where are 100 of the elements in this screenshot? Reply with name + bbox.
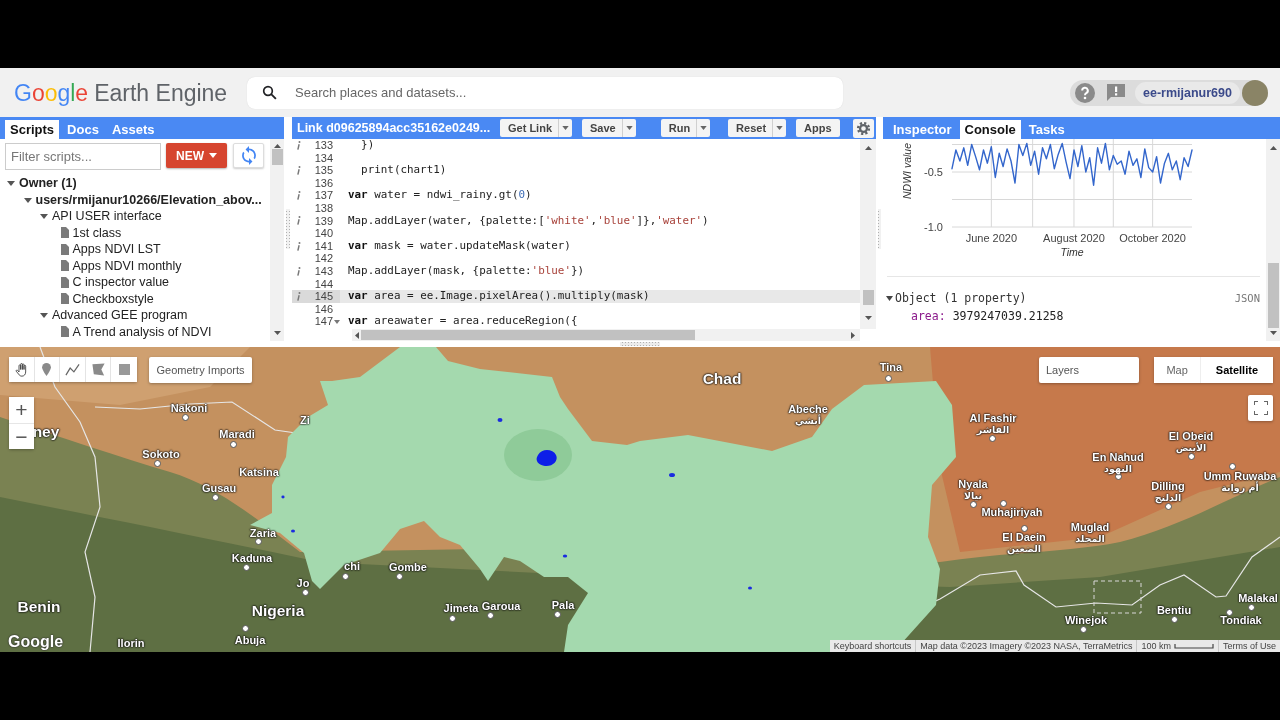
- place-name: Umm Ruwaba: [1203, 470, 1277, 482]
- code-text: print(chart1): [360, 164, 447, 177]
- script-tree-item[interactable]: API USER interface: [52, 209, 162, 224]
- scroll-up-arrow-icon[interactable]: [864, 146, 872, 150]
- filter-field[interactable]: Filter scripts...: [5, 143, 161, 170]
- file-icon: [60, 243, 69, 255]
- local-place-name: أبشي: [794, 415, 822, 427]
- script-tree-item[interactable]: users/rmijanur10266/Elevation_abov...: [35, 192, 262, 207]
- info-icon[interactable]: [296, 140, 301, 150]
- water-patch: [497, 418, 503, 422]
- script-tree-item[interactable]: Owner (1): [19, 176, 77, 191]
- rectangle-tool-button[interactable]: [111, 357, 137, 382]
- scroll-up-arrow-icon[interactable]: [273, 144, 281, 148]
- feedback-icon[interactable]: [1106, 82, 1126, 103]
- place-name: Muhajiriyah: [981, 507, 1043, 519]
- tab[interactable]: Console: [959, 120, 1021, 139]
- toolbar-button[interactable]: Reset: [728, 119, 787, 137]
- scroll-up-arrow-icon[interactable]: [1269, 146, 1277, 150]
- place-name: Nyala: [958, 478, 988, 491]
- caret-icon[interactable]: [776, 126, 784, 130]
- local-place-name: الفاشر: [976, 424, 1010, 436]
- new-button[interactable]: NEW: [166, 143, 227, 168]
- line-number: 136: [313, 176, 333, 190]
- help-icon[interactable]: [1075, 82, 1095, 103]
- json-link[interactable]: JSON: [1234, 292, 1260, 304]
- script-tree-item[interactable]: Advanced GEE program: [52, 308, 188, 323]
- script-tree-item[interactable]: Checkboxstyle: [72, 291, 154, 306]
- scrollbar[interactable]: [860, 139, 876, 329]
- scrollbar-thumb[interactable]: [271, 149, 283, 165]
- scroll-down-arrow-icon[interactable]: [1269, 331, 1277, 335]
- place-name: Jo: [296, 578, 310, 590]
- info-icon[interactable]: [296, 291, 301, 301]
- scroll-down-arrow-icon[interactable]: [273, 331, 281, 335]
- line-tool-button[interactable]: [60, 357, 86, 382]
- script-tree-item[interactable]: 1st class: [72, 225, 122, 240]
- polygon-tool-button[interactable]: [85, 357, 112, 382]
- marker-tool-button[interactable]: [34, 357, 61, 382]
- info-icon[interactable]: [296, 216, 301, 226]
- scrollbar-thumb[interactable]: [1267, 263, 1279, 328]
- search-field[interactable]: Search places and datasets...: [247, 76, 843, 109]
- axis-title: Time: [1060, 246, 1084, 258]
- toolbar-button[interactable]: Save: [582, 119, 636, 137]
- expand-toggle-icon[interactable]: [23, 195, 32, 204]
- zoom-in-button[interactable]: +: [9, 397, 34, 423]
- expand-caret-icon[interactable]: [886, 294, 893, 302]
- line-number: 138: [313, 201, 333, 215]
- expand-toggle-icon[interactable]: [40, 311, 48, 320]
- place-name: En Nahud: [1092, 451, 1144, 464]
- expand-toggle-icon[interactable]: [40, 212, 48, 221]
- fullscreen-button[interactable]: [1248, 395, 1273, 421]
- scroll-right-arrow-icon[interactable]: [851, 331, 855, 339]
- layers-button[interactable]: Layers: [1039, 357, 1139, 383]
- script-tree-item[interactable]: Apps NDVI monthly: [72, 258, 182, 273]
- geometry-imports-button[interactable]: Geometry Imports: [149, 357, 252, 383]
- pan-tool-button[interactable]: [9, 357, 35, 382]
- scrollbar-thumb[interactable]: [862, 290, 874, 305]
- place-name: El Daein: [1002, 531, 1046, 544]
- toolbar-button[interactable]: Get Link: [500, 119, 572, 137]
- place-name: Zaria: [249, 528, 277, 540]
- local-place-name: النهود: [1104, 463, 1132, 475]
- script-tree-item[interactable]: A Trend analysis of NDVI: [72, 324, 212, 339]
- object-title[interactable]: Object (1 property): [895, 291, 1027, 305]
- info-icon[interactable]: [296, 241, 301, 251]
- scroll-left-arrow-icon[interactable]: [355, 331, 359, 339]
- map-type-button[interactable]: Satellite: [1199, 357, 1273, 383]
- place-name: Maradi: [219, 429, 255, 441]
- local-place-name: أم روابة: [1221, 482, 1259, 494]
- scrollbar[interactable]: [270, 139, 284, 341]
- map-type-button[interactable]: Map: [1154, 357, 1200, 383]
- toolbar-button[interactable]: Run: [660, 119, 711, 137]
- info-icon[interactable]: [296, 191, 301, 201]
- script-tree-item[interactable]: C inspector value: [72, 275, 170, 290]
- settings-button[interactable]: [852, 118, 874, 138]
- script-tree-item[interactable]: Apps NDVI LST: [72, 242, 161, 257]
- caret-icon[interactable]: [700, 126, 708, 130]
- toolbar-button[interactable]: Apps: [796, 119, 840, 137]
- keyboard-shortcuts-link[interactable]: Keyboard shortcuts: [829, 640, 916, 652]
- place-name: Ilorin: [117, 638, 145, 650]
- scrollbar[interactable]: [352, 329, 860, 341]
- property-key: area:: [911, 309, 946, 323]
- avatar-placeholder[interactable]: [1242, 79, 1268, 106]
- fold-caret-icon[interactable]: [333, 319, 340, 324]
- info-icon[interactable]: [296, 166, 301, 175]
- place-name: Sokoto: [142, 449, 180, 461]
- water-patch: [748, 586, 752, 590]
- scrollbar[interactable]: [1266, 139, 1280, 341]
- refresh-button[interactable]: [233, 143, 264, 168]
- scroll-down-arrow-icon[interactable]: [864, 316, 872, 320]
- line-number: 145: [313, 290, 333, 303]
- scrollbar-thumb[interactable]: [361, 330, 695, 340]
- expand-toggle-icon[interactable]: [7, 179, 15, 188]
- info-icon[interactable]: [296, 266, 301, 276]
- caret-icon[interactable]: [625, 126, 633, 130]
- tab[interactable]: Scripts: [5, 120, 60, 139]
- caret-icon[interactable]: [562, 126, 569, 130]
- code-text: var areawater = area.reduceRegion({: [347, 315, 578, 328]
- google-logo: Google: [8, 633, 64, 651]
- zoom-out-button[interactable]: −: [9, 423, 34, 449]
- place-name: Nakoni: [170, 403, 208, 415]
- account-button[interactable]: ee-rmijanur690: [1135, 81, 1240, 104]
